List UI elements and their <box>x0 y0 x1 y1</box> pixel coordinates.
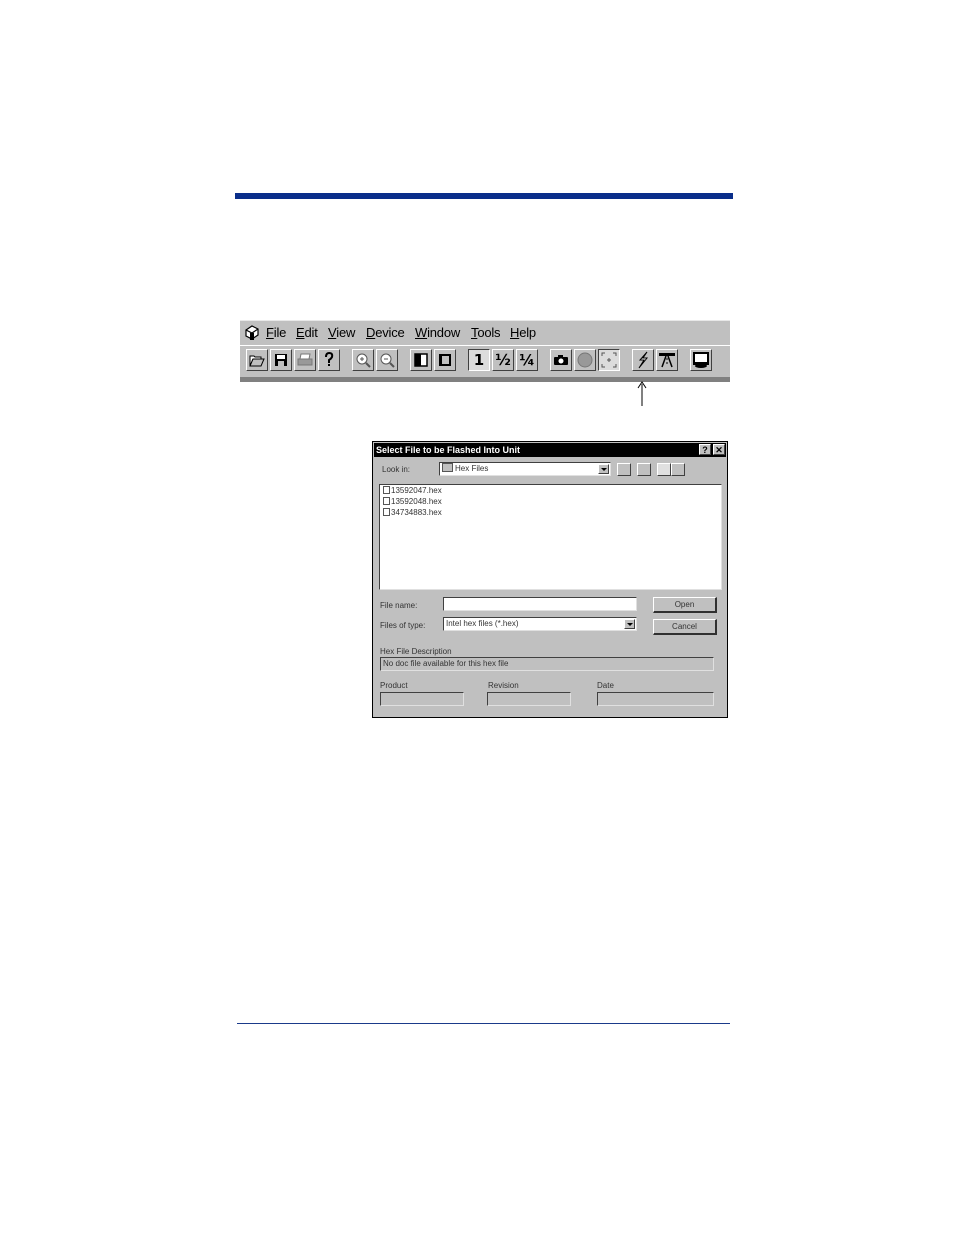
details-view-button[interactable] <box>671 463 685 476</box>
header-rule <box>235 193 733 199</box>
help-pointer-icon <box>325 352 334 366</box>
list-item[interactable]: 34734883.hex <box>383 508 442 517</box>
contrast-left-button[interactable] <box>410 349 432 371</box>
list-item[interactable]: 13592048.hex <box>383 497 442 506</box>
open-folder-button[interactable] <box>246 349 268 371</box>
zoom-full-button[interactable]: 1 <box>468 349 490 371</box>
files-of-type-select[interactable]: Intel hex files (*.hex) <box>443 617 637 631</box>
menu-help[interactable]: Help <box>510 325 536 340</box>
chevron-down-icon[interactable] <box>624 619 635 629</box>
files-of-type-value: Intel hex files (*.hex) <box>446 619 519 628</box>
revision-field <box>487 692 571 706</box>
help-button[interactable] <box>318 349 340 371</box>
list-view-button[interactable] <box>657 463 671 476</box>
cancel-button[interactable]: Cancel <box>653 619 717 635</box>
contrast-right-button[interactable] <box>434 349 456 371</box>
stop-button[interactable] <box>574 349 596 371</box>
monitor-button[interactable] <box>690 349 712 371</box>
zoom-in-button[interactable] <box>352 349 374 371</box>
crosshair-icon <box>601 352 617 368</box>
files-of-type-label: Files of type: <box>380 621 426 630</box>
dialog-close-button[interactable]: ✕ <box>713 444 725 455</box>
open-button[interactable]: Open <box>653 597 717 613</box>
open-folder-icon <box>249 355 265 367</box>
dialog-help-button[interactable]: ? <box>699 444 711 455</box>
zoom-quarter-button[interactable]: ¼ <box>516 349 538 371</box>
menu-file[interactable]: File <box>266 325 286 340</box>
menu-bar: File Edit View Device Window Tools Help <box>240 320 730 345</box>
toolbar-bottom-border <box>240 377 730 382</box>
floppy-disk-icon <box>275 354 287 366</box>
printer-icon <box>297 353 313 366</box>
menu-device[interactable]: Device <box>366 325 405 340</box>
save-button[interactable] <box>270 349 292 371</box>
file-name-label: File name: <box>380 601 418 610</box>
monitor-icon <box>693 352 709 368</box>
lightning-bolt-icon <box>638 351 649 369</box>
create-new-folder-button[interactable] <box>637 463 651 476</box>
date-field <box>597 692 714 706</box>
hex-file-icon <box>383 508 390 516</box>
hex-file-description-label: Hex File Description <box>380 647 452 656</box>
look-in-label: Look in: <box>382 465 411 474</box>
file-name-input[interactable] <box>443 597 637 611</box>
invert-contrast-icon <box>439 354 451 366</box>
hex-file-icon <box>383 486 390 494</box>
date-label: Date <box>597 681 614 690</box>
revision-label: Revision <box>488 681 519 690</box>
list-item[interactable]: 13592047.hex <box>383 486 442 495</box>
menu-view[interactable]: View <box>328 325 355 340</box>
print-button[interactable] <box>294 349 316 371</box>
road-button[interactable] <box>656 349 678 371</box>
hex-file-icon <box>383 497 390 505</box>
app-system-icon[interactable] <box>243 324 261 342</box>
application-window: File Edit View Device Window Tools Help <box>240 320 730 382</box>
look-in-dropdown[interactable]: Hex Files <box>439 462 611 476</box>
menu-edit[interactable]: Edit <box>296 325 318 340</box>
zoom-out-button[interactable] <box>376 349 398 371</box>
menu-tools[interactable]: Tools <box>471 325 501 340</box>
half-contrast-icon <box>414 353 428 367</box>
aim-button[interactable] <box>598 349 620 371</box>
capture-button[interactable] <box>550 349 572 371</box>
product-label: Product <box>380 681 408 690</box>
callout-arrow-icon <box>637 381 647 406</box>
road-sign-icon <box>659 353 675 368</box>
select-file-dialog: Select File to be Flashed Into Unit ? ✕ … <box>372 441 728 718</box>
zoom-in-icon <box>356 353 371 368</box>
look-in-value: Hex Files <box>455 464 489 473</box>
circle-icon <box>577 352 593 368</box>
camera-icon <box>554 355 568 365</box>
product-field <box>380 692 464 706</box>
file-list[interactable]: 13592047.hex 13592048.hex 34734883.hex <box>379 484 722 590</box>
zoom-half-button[interactable]: ½ <box>492 349 514 371</box>
chevron-down-icon[interactable] <box>598 464 609 474</box>
zoom-out-icon <box>380 353 395 368</box>
dialog-title: Select File to be Flashed Into Unit <box>374 443 726 457</box>
up-one-level-button[interactable] <box>617 463 631 476</box>
menu-window[interactable]: Window <box>415 325 460 340</box>
toolbar: 1 ½ ¼ <box>240 345 730 377</box>
flash-button[interactable] <box>632 349 654 371</box>
hex-file-description-field: No doc file available for this hex file <box>380 657 714 671</box>
folder-icon <box>442 463 453 472</box>
footer-rule <box>237 1023 730 1024</box>
